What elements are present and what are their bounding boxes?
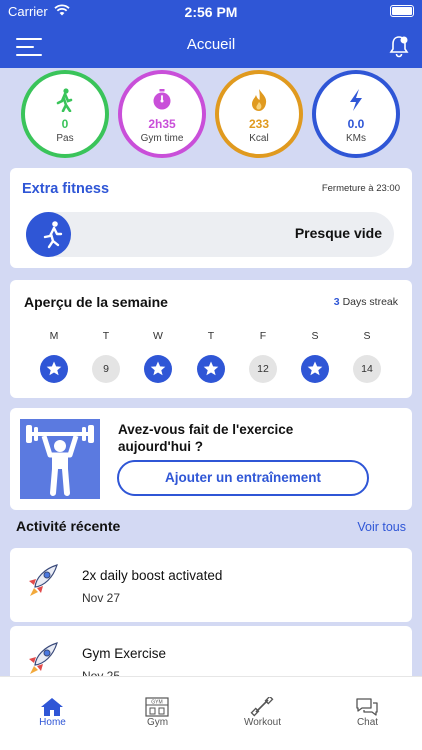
chat-icon xyxy=(356,698,378,716)
occupancy-label: Presque vide xyxy=(294,225,382,241)
see-all-link[interactable]: Voir tous xyxy=(357,520,406,534)
add-workout-button[interactable]: Ajouter un entraînement xyxy=(117,460,369,496)
week-day-letter: W xyxy=(153,330,163,342)
stat-label: Gym time xyxy=(140,133,184,144)
gym-name: Extra fitness xyxy=(22,181,110,197)
tab-bar: Home GYM Gym Workout Chat xyxy=(0,676,422,750)
streak-text: Days streak xyxy=(342,296,398,308)
home-icon xyxy=(41,698,63,716)
tab-workout[interactable]: Workout xyxy=(210,677,315,750)
tab-chat[interactable]: Chat xyxy=(315,677,420,750)
activity-title: 2x daily boost activated xyxy=(82,568,223,583)
flame-icon xyxy=(252,89,267,111)
tab-gym[interactable]: GYM Gym xyxy=(105,677,210,750)
closing-time: Fermeture à 23:00 xyxy=(321,183,400,194)
stat-value: 0 xyxy=(61,117,69,131)
week-day-letter: S xyxy=(363,330,371,342)
status-bar: Carrier 2:56 PM xyxy=(0,0,422,24)
rocket-icon xyxy=(29,564,58,596)
page-title: Accueil xyxy=(186,36,236,53)
week-day-letter: F xyxy=(259,330,267,342)
recent-activity-title: Activité récente xyxy=(16,518,121,534)
stat-label: KMs xyxy=(346,133,366,144)
week-day-letter: M xyxy=(49,330,59,342)
exercise-question: Avez-vous fait de l'exercice aujourd'hui… xyxy=(118,422,294,454)
weightlifter-illustration xyxy=(20,419,100,499)
star-badge-icon xyxy=(40,355,68,383)
week-day-number: 14 xyxy=(353,355,381,383)
stat-value: 2h35 xyxy=(148,117,176,131)
week-day-letter: T xyxy=(207,330,215,342)
tab-label: Workout xyxy=(243,717,282,728)
battery-icon xyxy=(390,5,414,17)
gym-icon-text: GYM xyxy=(151,700,162,706)
streak-count: 3 xyxy=(333,296,340,308)
lightning-icon xyxy=(350,89,362,111)
stopwatch-icon xyxy=(153,89,171,110)
stat-calories[interactable]: 233 Kcal xyxy=(215,70,303,158)
gym-icon: GYM xyxy=(145,697,169,717)
activity-date: Nov 27 xyxy=(82,591,121,605)
star-badge-icon xyxy=(144,355,172,383)
stat-distance[interactable]: 0.0 KMs xyxy=(312,70,400,158)
stat-value: 233 xyxy=(248,117,270,131)
week-title: Aperçu de la semaine xyxy=(24,294,168,310)
dumbbell-icon xyxy=(250,697,274,717)
stat-label: Pas xyxy=(56,133,74,144)
week-day-letter: T xyxy=(102,330,110,342)
stats-row: 0 Pas 2h35 Gym time 233 Kcal 0.0 KMs xyxy=(0,68,422,160)
stat-gym-time[interactable]: 2h35 Gym time xyxy=(118,70,206,158)
runner-icon xyxy=(26,212,71,257)
star-badge-icon xyxy=(301,355,329,383)
week-day-number: 12 xyxy=(249,355,277,383)
tab-label: Gym xyxy=(146,717,169,728)
stat-label: Kcal xyxy=(249,133,269,144)
rocket-icon xyxy=(29,642,58,674)
activity-title: Gym Exercise xyxy=(82,646,167,661)
week-day-number: 9 xyxy=(92,355,120,383)
bell-icon[interactable] xyxy=(388,34,410,58)
tab-label: Chat xyxy=(356,717,379,728)
week-day-letter: S xyxy=(311,330,319,342)
stat-steps[interactable]: 0 Pas xyxy=(21,70,109,158)
tab-label: Home xyxy=(39,717,66,728)
activity-item[interactable]: 2x daily boost activated Nov 27 xyxy=(10,548,412,622)
clock: 2:56 PM xyxy=(184,4,238,20)
walking-icon xyxy=(56,88,73,112)
tab-home[interactable]: Home xyxy=(0,677,105,750)
occupancy-bar: Presque vide xyxy=(26,212,394,257)
exercise-prompt-card: Avez-vous fait de l'exercice aujourd'hui… xyxy=(10,408,412,510)
star-badge-icon xyxy=(197,355,225,383)
streak-label: 3 Days streak xyxy=(334,296,398,308)
stat-value: 0.0 xyxy=(347,117,365,131)
gym-occupancy-card[interactable]: Extra fitness Fermeture à 23:00 Presque … xyxy=(10,168,412,268)
week-overview-card: Aperçu de la semaine 3 Days streak M T 9 W T… xyxy=(10,280,412,398)
nav-bar: Accueil xyxy=(0,24,422,68)
